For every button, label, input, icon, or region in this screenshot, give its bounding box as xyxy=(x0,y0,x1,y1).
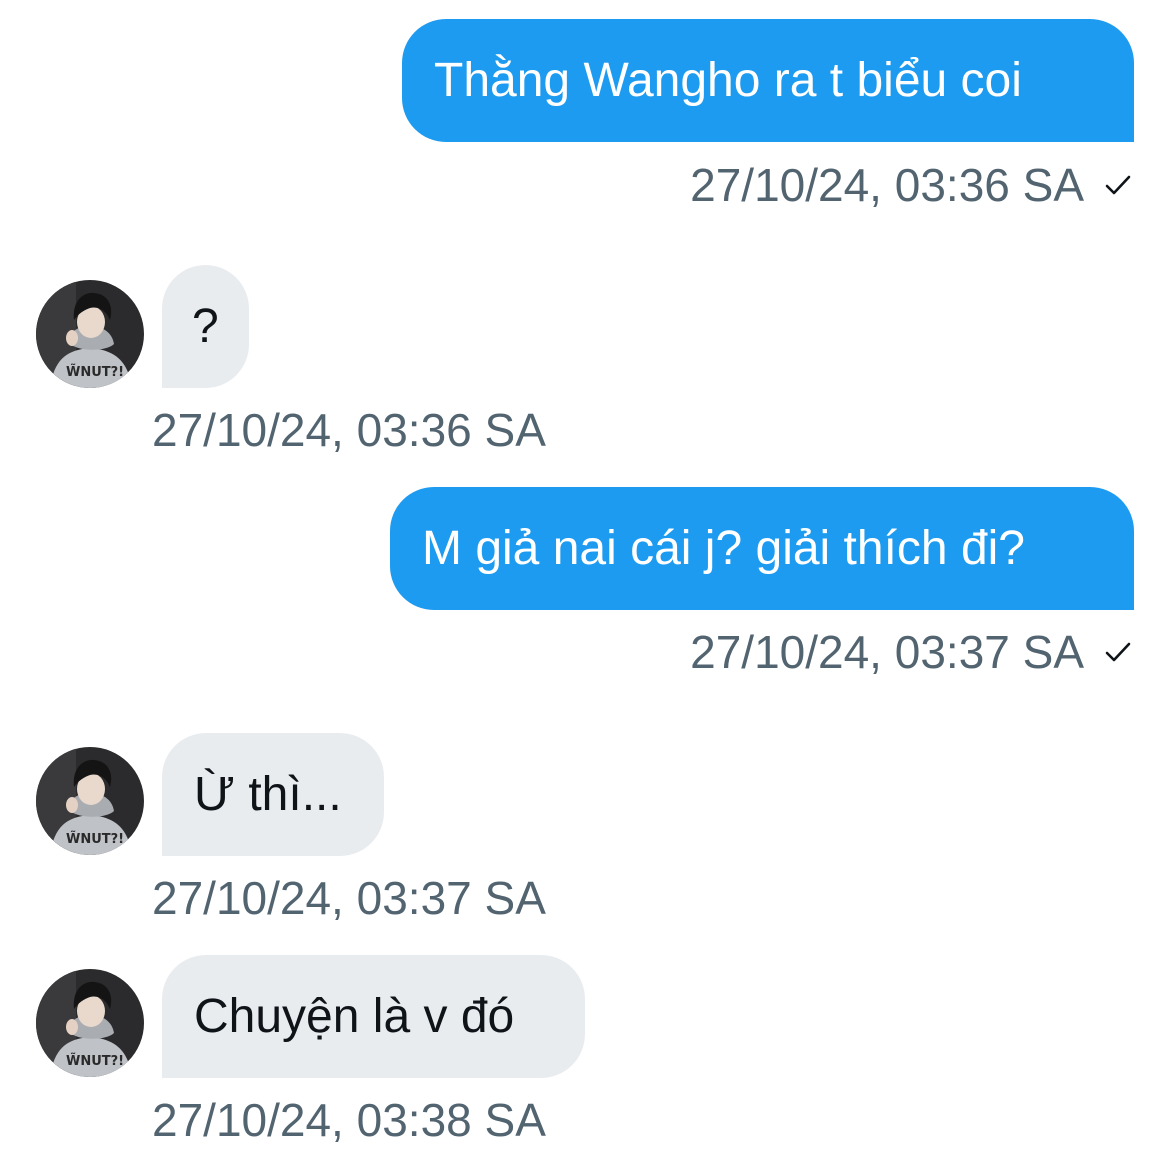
check-icon xyxy=(1102,169,1134,201)
message-meta: 27/10/24, 03:37 SA xyxy=(690,627,1134,677)
message-bubble-incoming[interactable]: Chuyện là v đó xyxy=(162,955,585,1078)
avatar[interactable] xyxy=(36,280,144,388)
message-meta: 27/10/24, 03:37 SA xyxy=(152,873,546,923)
message-text: Chuyện là v đó xyxy=(194,989,515,1043)
message-bubble-outgoing[interactable]: Thằng Wangho ra t biểu coi xyxy=(402,19,1134,142)
message-timestamp: 27/10/24, 03:37 SA xyxy=(152,872,546,924)
avatar[interactable] xyxy=(36,747,144,855)
message-meta: 27/10/24, 03:36 SA xyxy=(690,160,1134,210)
message-timestamp: 27/10/24, 03:37 SA xyxy=(690,626,1084,678)
message-meta: 27/10/24, 03:38 SA xyxy=(152,1095,546,1145)
avatar[interactable] xyxy=(36,969,144,1077)
check-icon xyxy=(1102,636,1134,668)
message-timestamp: 27/10/24, 03:36 SA xyxy=(152,404,546,456)
message-bubble-outgoing[interactable]: M giả nai cái j? giải thích đi? xyxy=(390,487,1134,610)
message-bubble-incoming[interactable]: ? xyxy=(162,265,249,388)
message-meta: 27/10/24, 03:36 SA xyxy=(152,405,546,455)
message-bubble-incoming[interactable]: Ừ thì... xyxy=(162,733,384,856)
message-text: Thằng Wangho ra t biểu coi xyxy=(434,53,1022,107)
message-text: ? xyxy=(192,299,219,353)
message-timestamp: 27/10/24, 03:36 SA xyxy=(690,159,1084,211)
message-text: Ừ thì... xyxy=(194,767,342,821)
message-text: M giả nai cái j? giải thích đi? xyxy=(422,521,1025,575)
message-timestamp: 27/10/24, 03:38 SA xyxy=(152,1094,546,1146)
